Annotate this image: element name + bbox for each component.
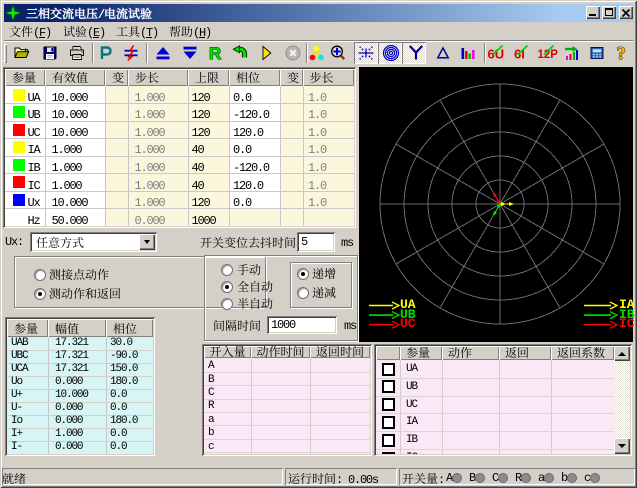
svg-text:6U: 6U (488, 47, 505, 62)
svg-text:?: ? (617, 44, 627, 65)
svg-text:R: R (209, 44, 221, 63)
